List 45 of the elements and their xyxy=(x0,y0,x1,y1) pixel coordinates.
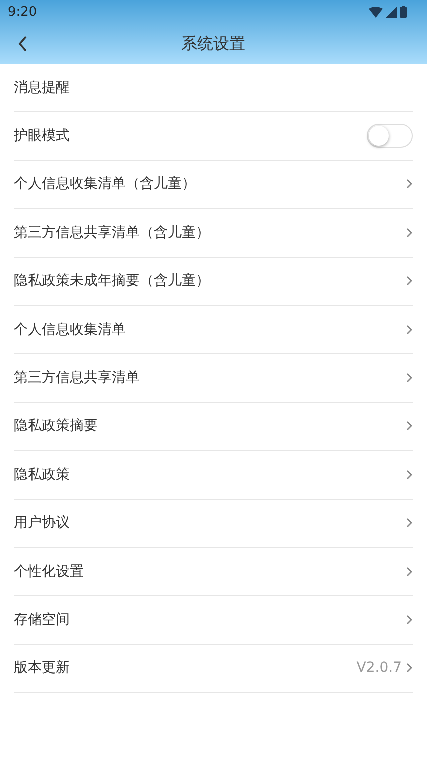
settings-row[interactable]: 第三方信息共享清单 xyxy=(14,354,413,403)
row-label: 个人信息收集清单（含儿童） xyxy=(14,175,197,194)
row-label: 用户协议 xyxy=(14,514,71,532)
chevron-icon xyxy=(406,663,413,674)
version-text: V2.0.7 xyxy=(356,660,402,676)
row-label: 隐私政策 xyxy=(14,466,71,484)
settings-row[interactable]: 隐私政策摘要 xyxy=(14,402,413,452)
chevron-icon xyxy=(406,228,413,238)
settings-row[interactable]: 隐私政策 xyxy=(14,451,413,500)
settings-row[interactable]: 个人信息收集清单（含儿童） xyxy=(14,160,413,210)
battery-icon xyxy=(400,6,407,18)
chevron-icon xyxy=(406,179,413,190)
chevron-icon xyxy=(406,518,413,528)
settings-row[interactable]: 消息提醒 xyxy=(14,64,413,112)
chevron-icon xyxy=(406,421,413,432)
wifi-icon xyxy=(369,6,383,18)
settings-row[interactable]: 第三方信息共享清单（含儿童） xyxy=(14,209,413,258)
chevron-icon xyxy=(406,566,413,577)
back-icon xyxy=(18,36,28,52)
chevron-icon xyxy=(406,324,413,335)
settings-row[interactable]: 个人信息收集清单 xyxy=(14,306,413,354)
row-label: 个人信息收集清单 xyxy=(14,320,127,339)
settings-row[interactable]: 隐私政策未成年摘要（含儿童） xyxy=(14,258,413,306)
page-title: 系统设置 xyxy=(182,34,246,54)
settings-row[interactable]: 个性化设置 xyxy=(14,548,413,596)
toggle-switch[interactable] xyxy=(367,124,413,148)
status-time: 9:20 xyxy=(8,4,38,20)
settings-row[interactable]: 用户协议 xyxy=(14,500,413,548)
row-label: 第三方信息共享清单（含儿童） xyxy=(14,224,211,242)
chevron-icon xyxy=(406,276,413,286)
row-label: 版本更新 xyxy=(14,659,71,678)
chevron-icon xyxy=(406,614,413,625)
row-label: 隐私政策未成年摘要（含儿童） xyxy=(14,272,211,290)
row-label: 消息提醒 xyxy=(14,78,71,97)
signal-icon xyxy=(386,6,397,18)
settings-row[interactable]: 存储空间 xyxy=(14,596,413,645)
chevron-icon xyxy=(406,470,413,480)
row-label: 个性化设置 xyxy=(14,562,85,581)
row-label: 护眼模式 xyxy=(14,127,71,146)
settings-row[interactable]: 护眼模式 xyxy=(14,112,413,161)
settings-row[interactable]: 版本更新 V2.0.7 xyxy=(14,644,413,694)
row-label: 隐私政策摘要 xyxy=(14,417,99,436)
row-label: 第三方信息共享清单 xyxy=(14,369,141,388)
chevron-icon xyxy=(406,373,413,384)
row-label: 存储空间 xyxy=(14,610,71,629)
